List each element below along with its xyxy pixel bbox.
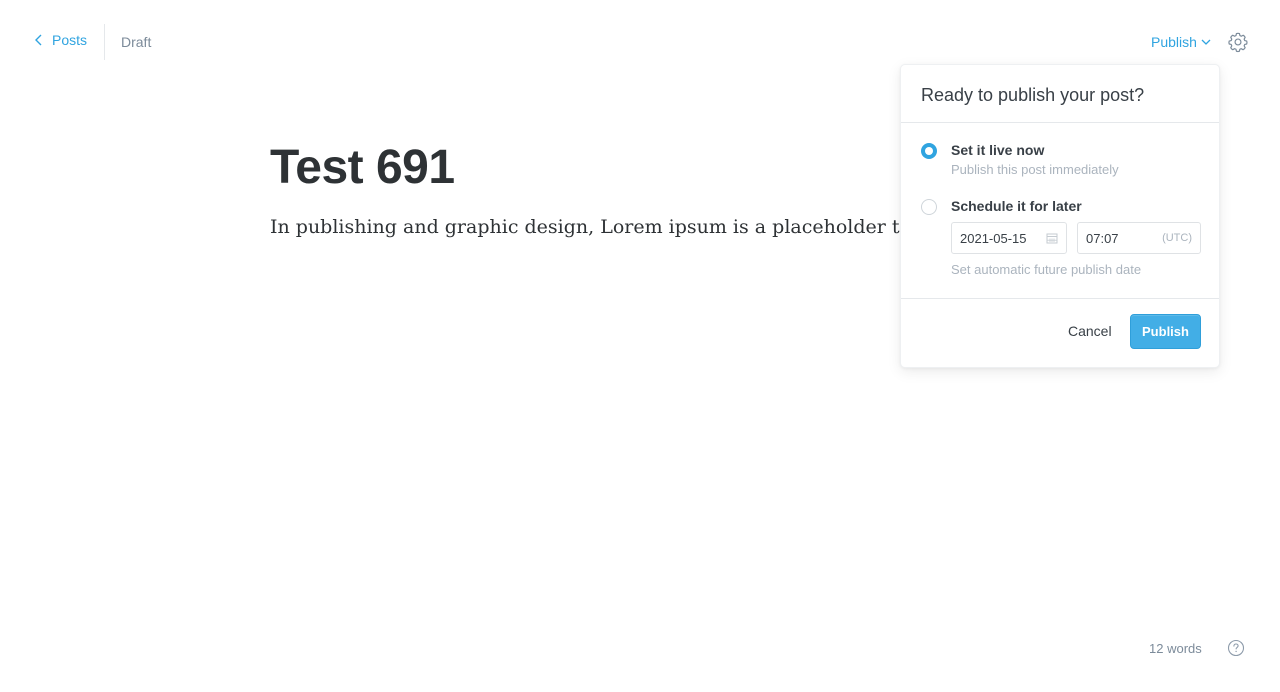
option-schedule[interactable]: Schedule it for later [921, 198, 1082, 215]
schedule-description: Set automatic future publish date [951, 262, 1142, 277]
chevron-left-icon [35, 34, 42, 46]
calendar-icon [1046, 233, 1058, 244]
publish-button[interactable]: Publish [1130, 314, 1201, 349]
schedule-label[interactable]: Schedule it for later [951, 198, 1082, 214]
word-count: 12 words [1149, 641, 1202, 656]
schedule-date-value: 2021-05-15 [960, 230, 1027, 246]
header-divider [104, 24, 105, 60]
back-link-label: Posts [52, 32, 88, 48]
timezone-label: (UTC) [1162, 232, 1192, 244]
post-body[interactable]: In publishing and graphic design, Lorem … [270, 216, 910, 238]
post-status: Draft [121, 34, 152, 50]
publish-popup: Ready to publish your post? Set it live … [900, 64, 1220, 368]
chevron-down-icon [1201, 39, 1211, 45]
publish-menu-label: Publish [1151, 34, 1197, 50]
popup-heading: Ready to publish your post? [901, 65, 1219, 123]
option-publish-now[interactable]: Set it live now Publish this post immedi… [921, 142, 1119, 177]
schedule-time-input[interactable]: 07:07 (UTC) [1077, 222, 1201, 254]
help-circle-icon[interactable] [1227, 639, 1245, 657]
schedule-time-value: 07:07 [1086, 230, 1119, 246]
schedule-date-input[interactable]: 2021-05-15 [951, 222, 1067, 254]
publish-now-description: Publish this post immediately [951, 162, 1119, 177]
popup-footer-divider [901, 298, 1219, 299]
publish-now-label[interactable]: Set it live now [951, 142, 1119, 158]
publish-now-radio[interactable] [921, 143, 937, 159]
publish-menu-trigger[interactable]: Publish [1151, 34, 1211, 50]
schedule-radio[interactable] [921, 199, 937, 215]
cancel-button[interactable]: Cancel [1068, 323, 1112, 339]
back-to-posts-link[interactable]: Posts [34, 32, 87, 48]
post-title[interactable]: Test 691 [270, 140, 455, 195]
gear-icon[interactable] [1227, 31, 1249, 53]
